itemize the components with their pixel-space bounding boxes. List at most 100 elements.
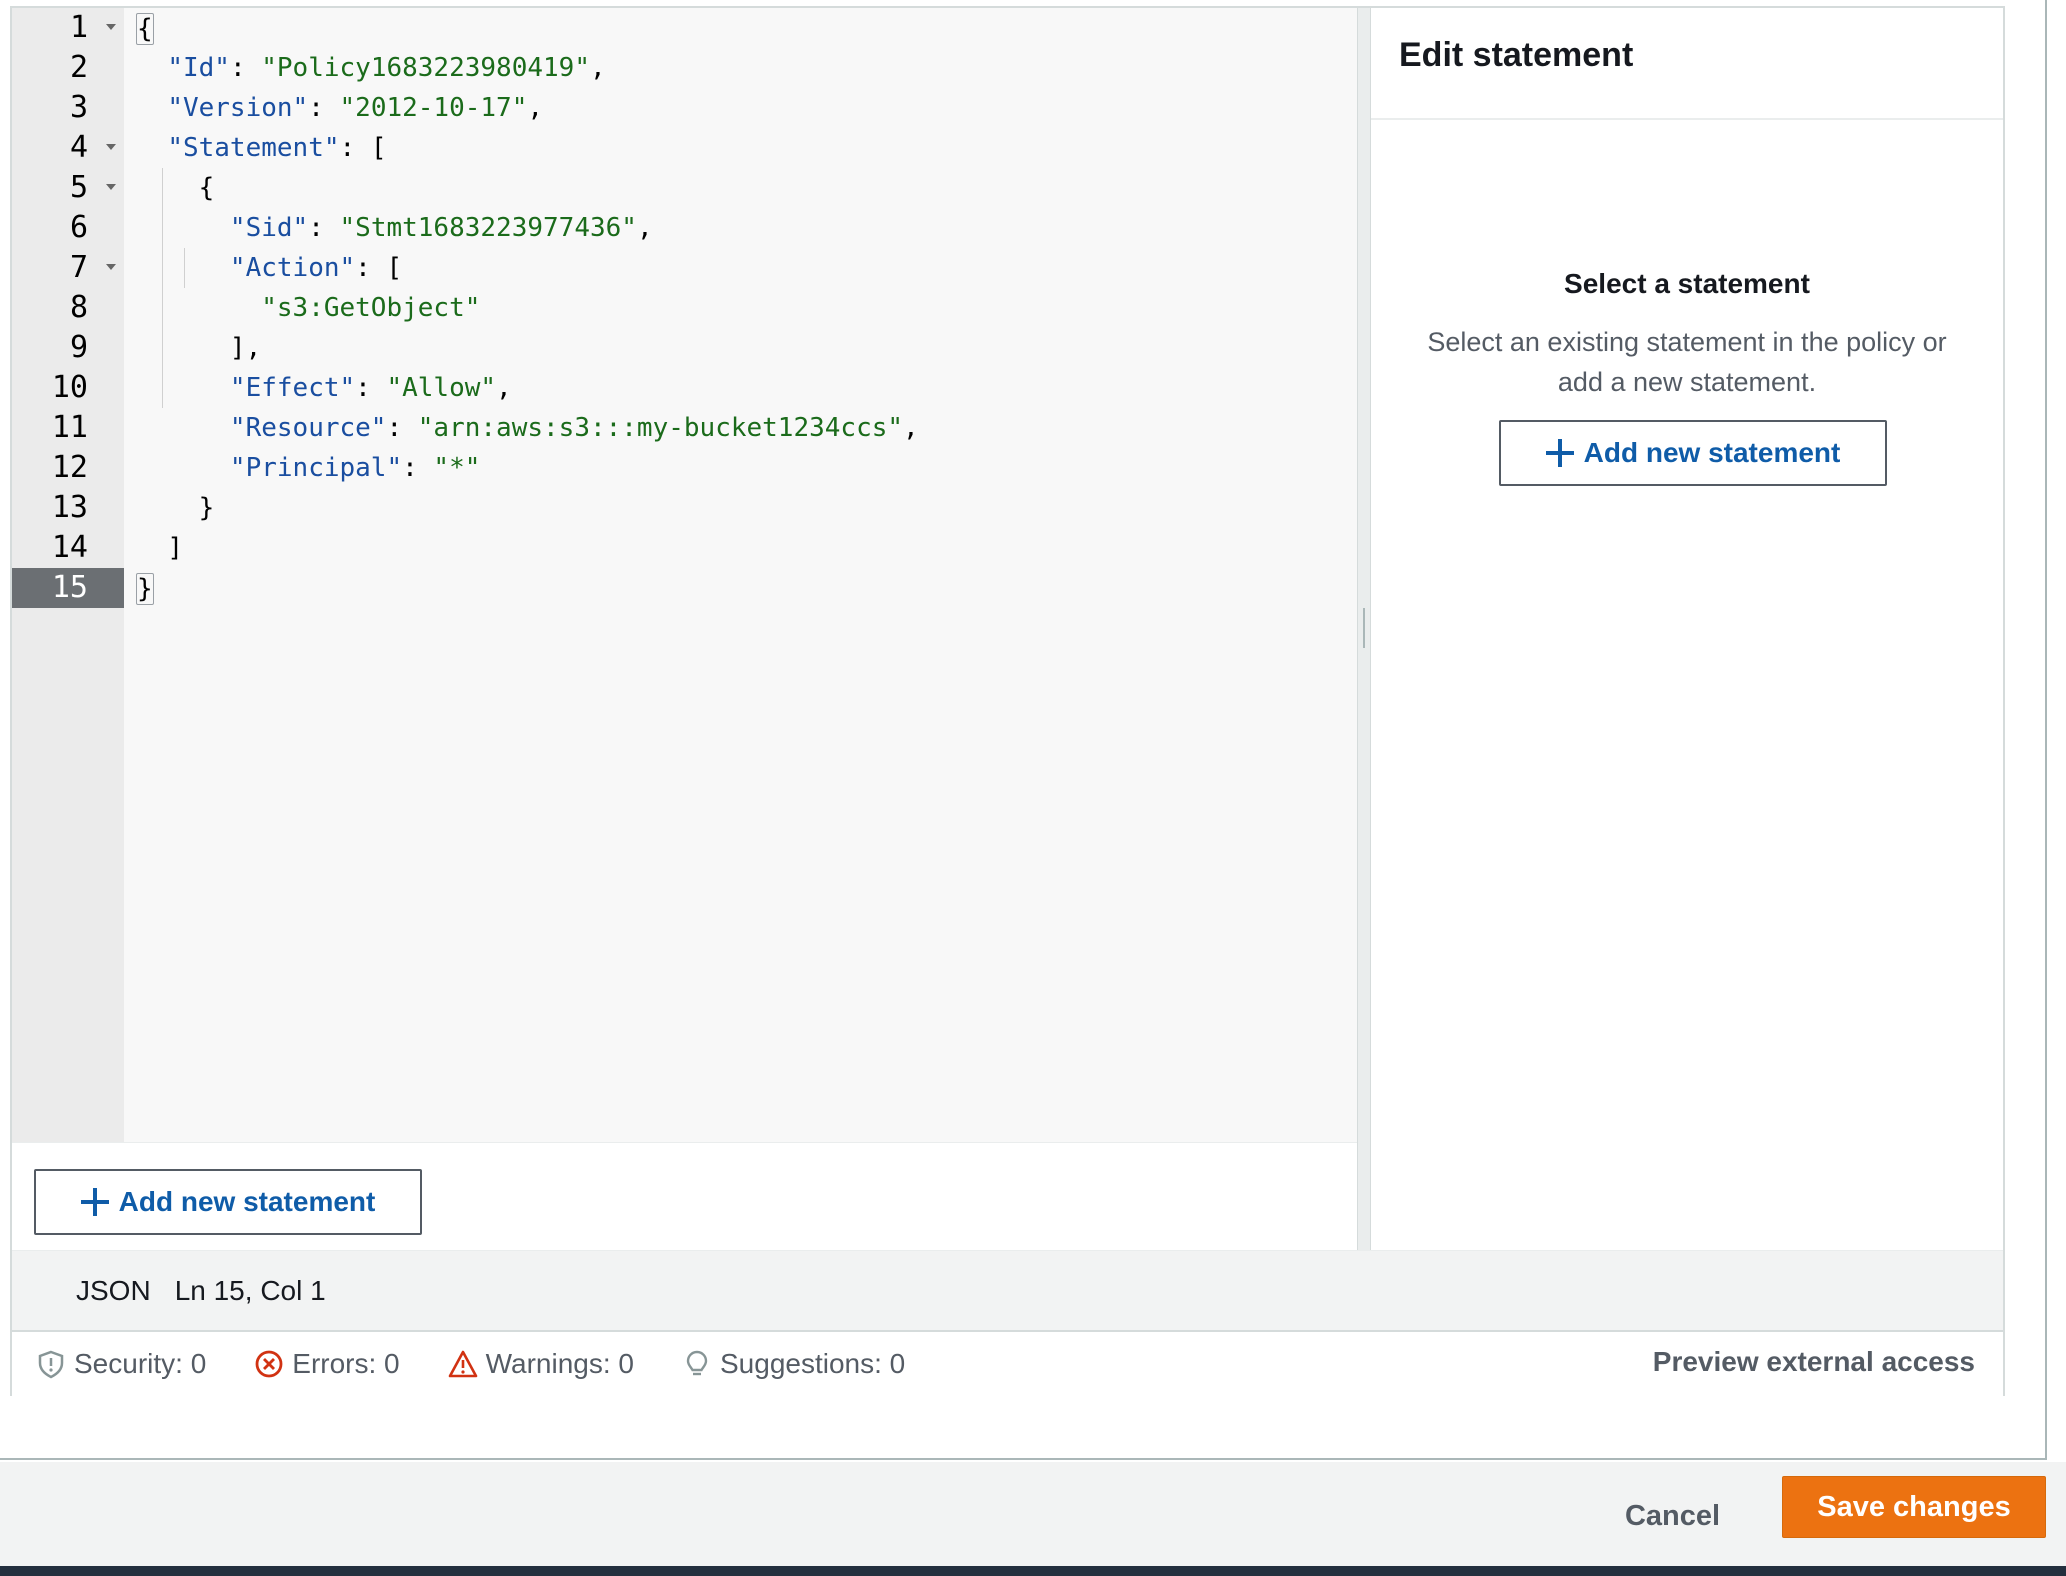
panel-title: Edit statement <box>1399 36 1634 74</box>
code-line-10: "Effect": "Allow", <box>229 373 512 403</box>
modal-footer: Cancel Save changes <box>0 1462 2066 1576</box>
json-key-statement: "Statement" <box>167 133 340 163</box>
code-line-12: "Principal": "*" <box>229 453 481 483</box>
json-value-sid: "Stmt1683223977436" <box>339 213 637 243</box>
suggestions-tab[interactable]: Suggestions: 0 <box>682 1348 905 1380</box>
json-key-resource: "Resource" <box>229 413 387 443</box>
line-number-label: 12 <box>51 450 88 485</box>
json-key-effect: "Effect" <box>229 373 356 403</box>
language-mode: JSON <box>76 1274 151 1306</box>
line-number-label: 8 <box>69 290 88 325</box>
line-number-label: 14 <box>51 530 88 565</box>
plus-icon <box>80 1188 109 1216</box>
line-number-label: 10 <box>51 370 88 405</box>
plus-icon <box>1545 439 1574 467</box>
line-number-label: 15 <box>51 570 88 605</box>
json-punct: [ <box>370 133 387 163</box>
json-key-version: "Version" <box>167 93 309 123</box>
add-new-statement-button[interactable]: Add new statement <box>34 1169 422 1235</box>
cursor-position: Ln 15, Col 1 <box>174 1274 326 1306</box>
code-line-9: ], <box>136 328 261 368</box>
json-punct: ] <box>167 533 183 563</box>
line-number-4: 4 <box>12 128 124 168</box>
panel-add-new-statement-label: Add new statement <box>1583 437 1841 468</box>
code-line-15: } <box>136 568 154 608</box>
json-value-version: "2012-10-17" <box>339 93 528 123</box>
code-line-6: "Sid": "Stmt1683223977436", <box>229 213 653 243</box>
json-value-id: "Policy1683223980419" <box>261 53 590 83</box>
line-number-label: 1 <box>69 10 88 45</box>
json-punct: } <box>198 493 215 523</box>
security-findings-tab[interactable]: Security: 0 <box>36 1348 206 1380</box>
editor-status-bar: JSON Ln 15, Col 1 <box>12 1250 2003 1330</box>
empty-state-title: Select a statement <box>1564 268 1810 299</box>
empty-state-description-line-1: Select an existing statement in the poli… <box>1427 327 1947 357</box>
json-key-principal: "Principal" <box>229 453 403 483</box>
code-line-1: { <box>136 8 154 48</box>
json-key-id: "Id" <box>167 53 230 83</box>
policy-editor-modal: 1 2 3 4 5 6 7 8 9 10 11 12 13 14 15 { "Id": "Policy168… <box>0 0 2047 1460</box>
line-number-9: 9 <box>12 328 124 368</box>
code-line-2: "Id": "Policy1683223980419", <box>167 53 606 83</box>
bottom-edge <box>0 1566 2066 1576</box>
code-line-5: { <box>136 168 215 208</box>
json-key-sid: "Sid" <box>229 213 309 243</box>
code-line-4: "Statement": [ <box>167 133 387 163</box>
line-number-10: 10 <box>12 368 124 408</box>
fold-arrow-icon[interactable] <box>106 144 116 150</box>
fold-arrow-icon[interactable] <box>106 24 116 30</box>
line-number-label: 9 <box>69 330 88 365</box>
add-new-statement-label: Add new statement <box>118 1186 376 1217</box>
line-number-6: 6 <box>12 208 124 248</box>
empty-state: Select a statement Select an existing st… <box>1371 268 2003 402</box>
json-value-effect: "Allow" <box>386 373 497 403</box>
code-line-7: "Action": [ <box>229 253 403 283</box>
panel-resize-handle[interactable] <box>1357 8 1371 1250</box>
shield-icon <box>38 1350 64 1379</box>
code-line-14: ] <box>136 528 183 568</box>
code-editor[interactable]: 1 2 3 4 5 6 7 8 9 10 11 12 13 14 15 { "Id": "Policy168… <box>12 8 1357 1142</box>
line-number-7: 7 <box>12 248 124 288</box>
preview-external-access-link[interactable]: Preview external access <box>1653 1346 1975 1378</box>
json-punct: [ <box>386 253 403 283</box>
line-number-12: 12 <box>12 448 124 488</box>
editor-actions: Add new statement <box>12 1142 1357 1250</box>
line-number-label: 11 <box>51 410 88 445</box>
panel-header: Edit statement <box>1371 8 2003 120</box>
errors-count: Errors: 0 <box>292 1348 400 1379</box>
matched-bracket: } <box>136 572 154 605</box>
line-number-1: 1 <box>12 8 124 48</box>
json-value-principal: "*" <box>433 453 481 483</box>
line-number-label: 13 <box>51 490 88 525</box>
save-changes-button[interactable]: Save changes <box>1782 1476 2046 1538</box>
cancel-button[interactable]: Cancel <box>1600 1486 1745 1546</box>
security-count: Security: 0 <box>74 1348 207 1379</box>
line-number-14: 14 <box>12 528 124 568</box>
errors-tab[interactable]: Errors: 0 <box>254 1348 400 1380</box>
empty-state-description-line-2: add a new statement. <box>1557 367 1817 397</box>
fold-arrow-icon[interactable] <box>106 264 116 270</box>
fold-arrow-icon[interactable] <box>106 184 116 190</box>
warnings-count: Warnings: 0 <box>485 1348 634 1379</box>
line-number-label: 3 <box>69 90 88 125</box>
line-number-2: 2 <box>12 48 124 88</box>
json-value-action: "s3:GetObject" <box>261 293 481 323</box>
edit-statement-panel: Edit statement Select a statement Select… <box>1371 8 2003 1250</box>
line-number-8: 8 <box>12 288 124 328</box>
line-number-3: 3 <box>12 88 124 128</box>
line-number-label: 5 <box>69 170 88 205</box>
panel-add-new-statement-button[interactable]: Add new statement <box>1499 420 1887 486</box>
warnings-tab[interactable]: Warnings: 0 <box>448 1348 634 1380</box>
grip-icon <box>1363 608 1365 648</box>
code-line-13: } <box>136 488 215 528</box>
line-number-13: 13 <box>12 488 124 528</box>
json-key-action: "Action" <box>229 253 356 283</box>
suggestions-count: Suggestions: 0 <box>720 1348 906 1379</box>
code-line-3: "Version": "2012-10-17", <box>167 93 544 123</box>
json-punct: { <box>198 173 215 203</box>
json-punct: ], <box>229 333 262 363</box>
warning-icon <box>448 1350 477 1378</box>
code-line-11: "Resource": "arn:aws:s3:::my-bucket1234c… <box>229 413 919 443</box>
error-icon <box>255 1350 283 1378</box>
code-line-8: "s3:GetObject" <box>136 288 480 328</box>
